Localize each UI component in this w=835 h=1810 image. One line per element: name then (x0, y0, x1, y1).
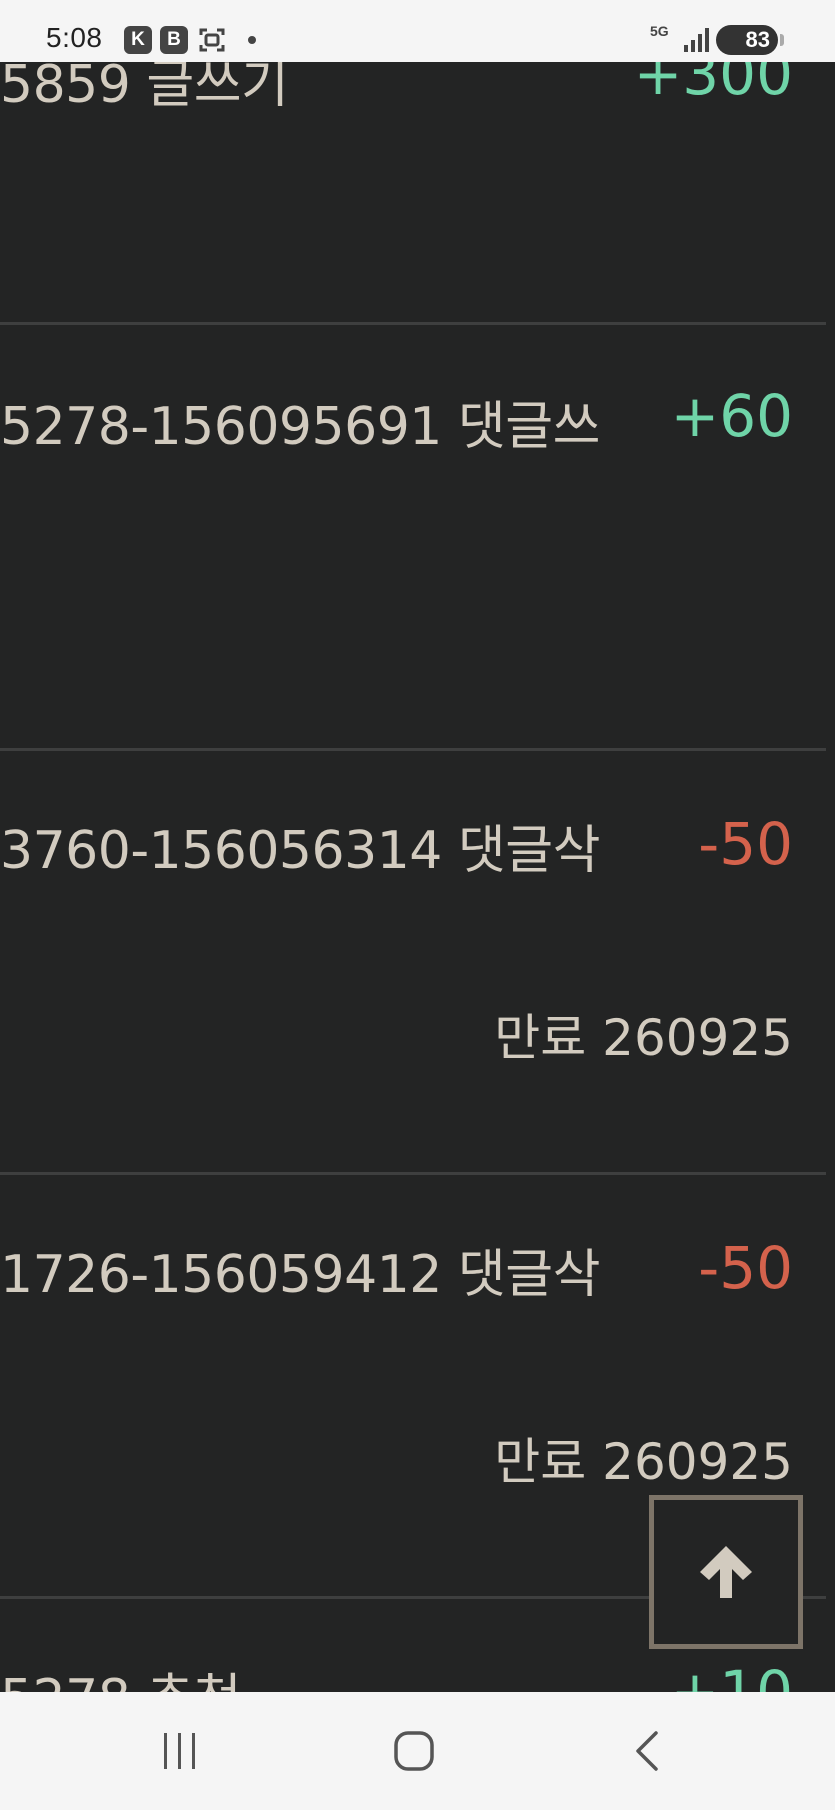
network-5g-icon: 5G (650, 23, 669, 39)
item-description: 5278 추천 (0, 1656, 242, 1692)
back-icon (636, 1731, 658, 1771)
status-time: 5:08 (46, 22, 103, 53)
home-button[interactable] (344, 1692, 484, 1810)
recent-apps-icon (164, 1733, 195, 1769)
item-description: 5859 글쓰기 (0, 62, 289, 115)
item-amount: -50 (698, 810, 793, 878)
b-app-icon: B (160, 26, 188, 54)
item-amount: +10 (670, 1658, 793, 1692)
item-description: 1726-156059412 댓글삭 (0, 1245, 600, 1305)
item-amount: +60 (670, 382, 793, 450)
battery-icon: 83 (716, 25, 784, 55)
item-amount: -50 (698, 1234, 793, 1302)
k-app-icon: K (124, 26, 152, 54)
navigation-bar (0, 1692, 835, 1810)
signal-icon (684, 28, 710, 52)
point-history-list[interactable]: 5859 글쓰기 +300 5278-156095691 댓글쓰 +60 376… (0, 62, 835, 1692)
item-description: 5278-156095691 댓글쓰 (0, 397, 600, 457)
scroll-to-top-button[interactable] (649, 1495, 803, 1649)
status-bar: 5:08 K B 5G 83 (0, 0, 835, 62)
battery-level: 83 (745, 27, 770, 52)
home-icon (394, 1731, 434, 1771)
notification-dot-icon (248, 36, 256, 44)
item-expiry: 만료 260925 (494, 1009, 793, 1067)
item-description: 3760-156056314 댓글삭 (0, 821, 600, 881)
back-button[interactable] (578, 1692, 718, 1810)
item-expiry: 만료 260925 (494, 1433, 793, 1491)
screenshot-icon (198, 26, 226, 54)
recent-apps-button[interactable] (110, 1692, 250, 1810)
item-amount: +300 (633, 62, 793, 108)
divider (0, 748, 826, 751)
arrow-up-icon (700, 1546, 752, 1598)
divider (0, 1172, 826, 1175)
divider (0, 322, 826, 325)
